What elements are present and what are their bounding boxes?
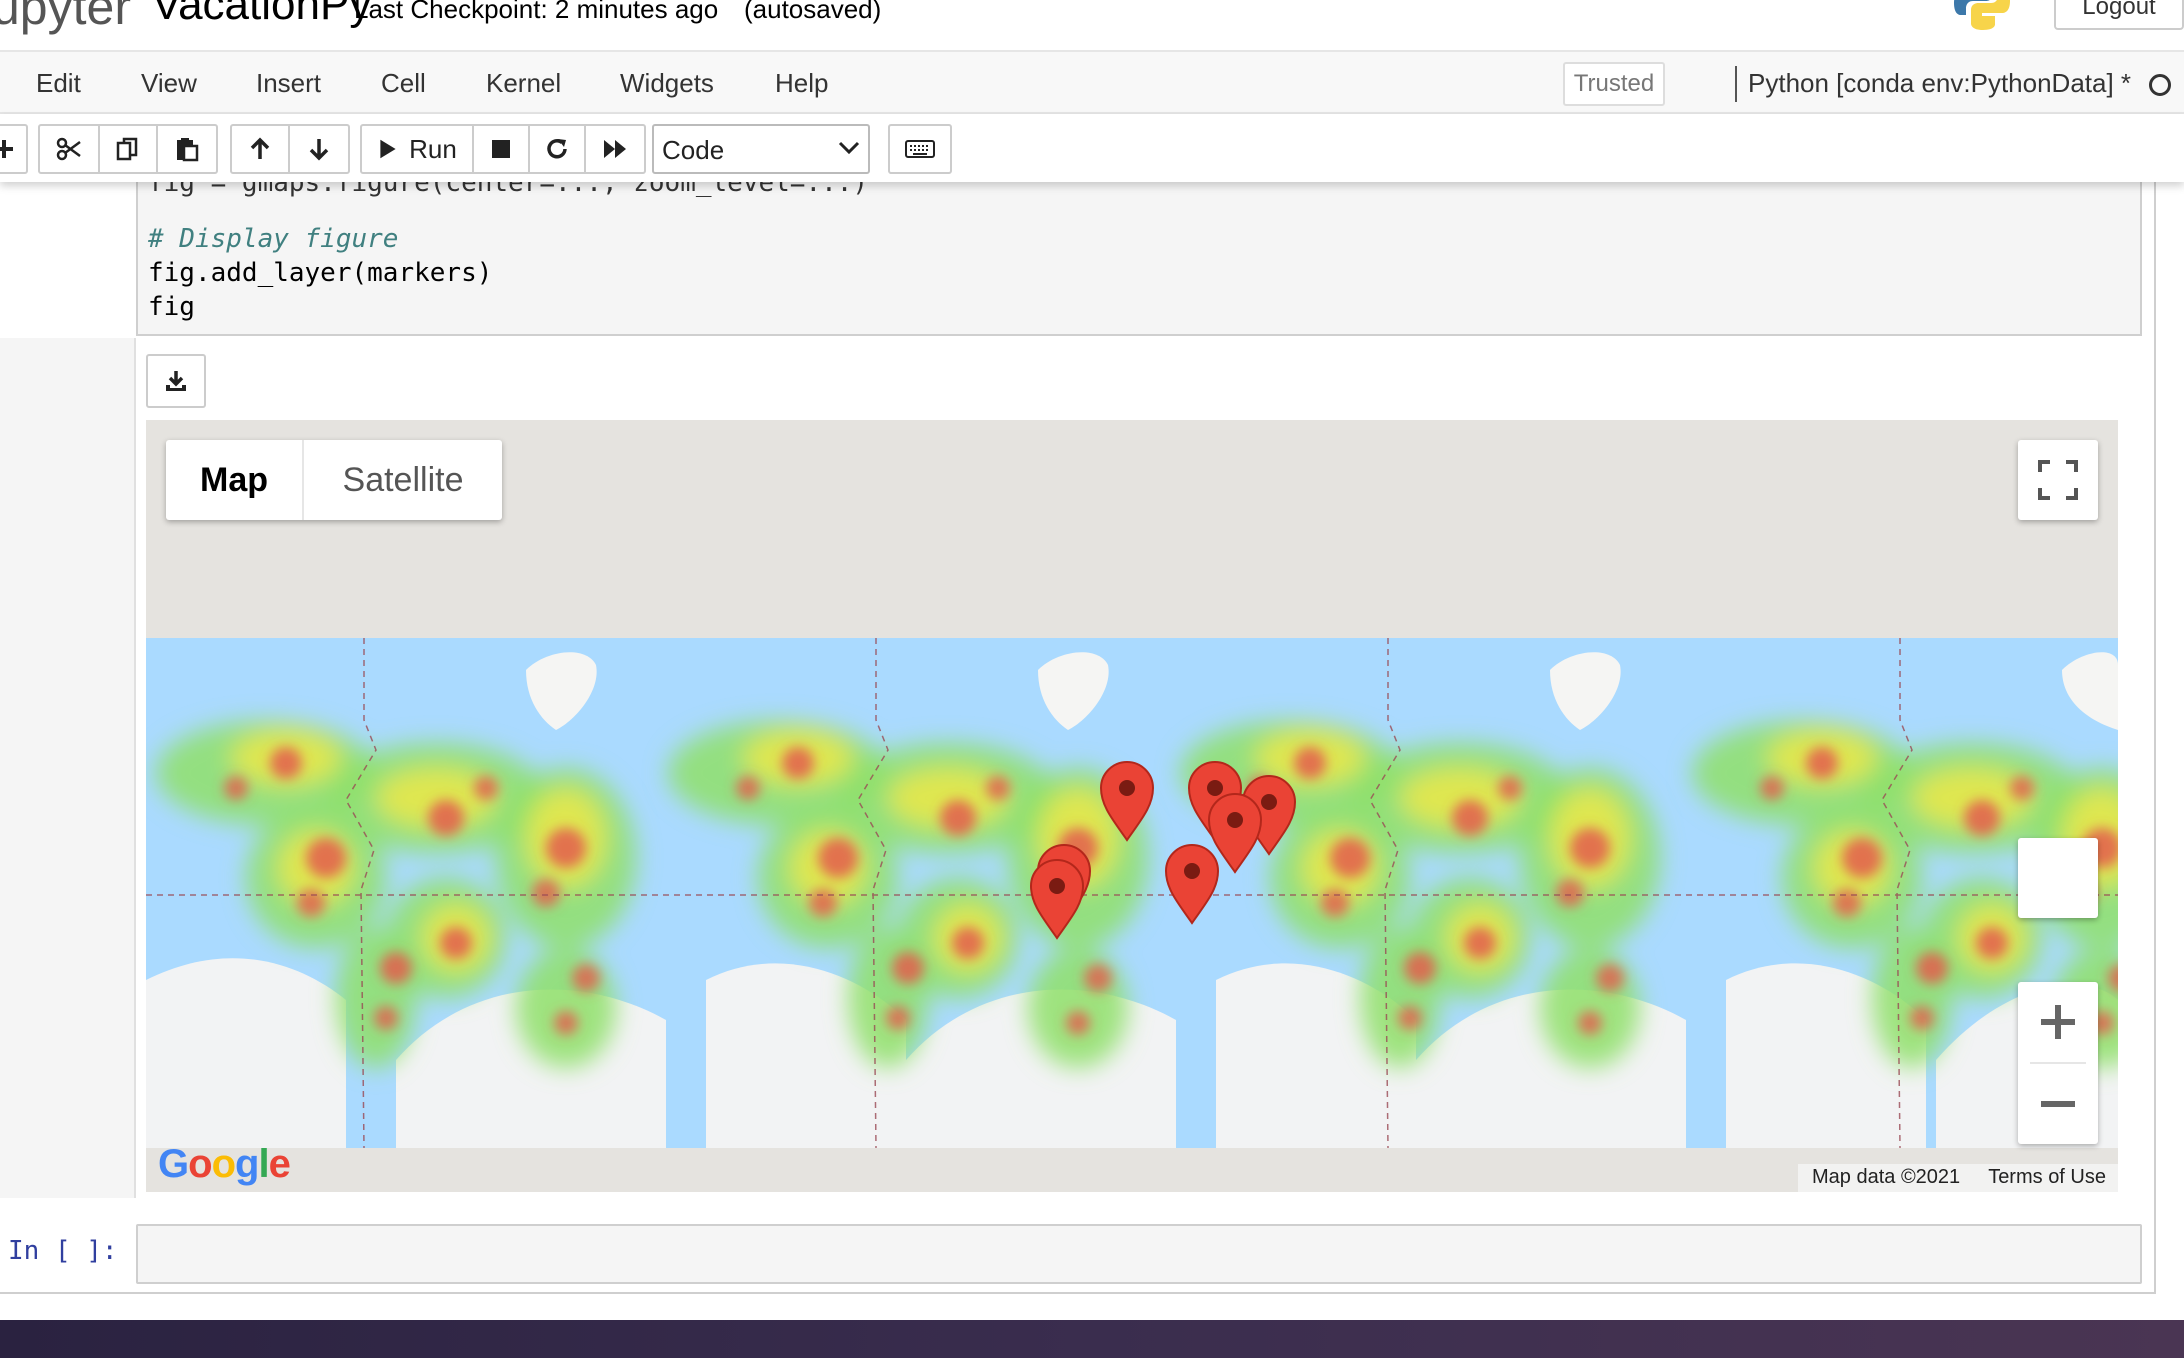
code-comment: # Display figure bbox=[148, 224, 399, 254]
map-type-control: Map Satellite bbox=[166, 440, 502, 520]
menu-insert[interactable]: Insert bbox=[256, 68, 321, 99]
plus-icon bbox=[0, 140, 13, 158]
play-icon bbox=[380, 139, 396, 159]
copy-button[interactable] bbox=[98, 124, 158, 174]
toolbar: Run Code bbox=[0, 114, 2184, 182]
code-line: fig.add_layer(markers) bbox=[148, 258, 493, 288]
run-button[interactable]: Run bbox=[360, 124, 474, 174]
code-cell-input[interactable]: fig = gmaps.figure(center=..., zoom_leve… bbox=[136, 168, 2142, 336]
map-type-satellite-button[interactable]: Satellite bbox=[304, 440, 502, 520]
paste-button[interactable] bbox=[156, 124, 218, 174]
street-view-button[interactable] bbox=[2018, 838, 2098, 918]
kernel-separator bbox=[1735, 66, 1737, 102]
menu-view[interactable]: View bbox=[141, 68, 197, 99]
desktop-background bbox=[0, 1320, 2184, 1358]
map-type-map-button[interactable]: Map bbox=[166, 440, 304, 520]
run-label: Run bbox=[409, 133, 457, 164]
move-down-button[interactable] bbox=[288, 124, 350, 174]
menu-help[interactable]: Help bbox=[775, 68, 828, 99]
fullscreen-button[interactable] bbox=[2018, 440, 2098, 520]
kernel-name[interactable]: Python [conda env:PythonData] * bbox=[1748, 68, 2131, 99]
world-map-heatmap bbox=[146, 420, 2118, 1192]
plus-icon bbox=[2041, 1005, 2075, 1039]
arrow-down-icon bbox=[309, 139, 329, 161]
zoom-in-button[interactable] bbox=[2018, 982, 2098, 1062]
map-attribution: Map data ©2021 Terms of Use bbox=[1798, 1164, 2118, 1192]
notebook-name[interactable]: VacationPy bbox=[152, 0, 371, 30]
python-logo-icon bbox=[1954, 0, 2010, 30]
menu-edit[interactable]: Edit bbox=[36, 68, 81, 99]
interrupt-button[interactable] bbox=[472, 124, 530, 174]
menu-cell[interactable]: Cell bbox=[381, 68, 426, 99]
code-cell-input[interactable] bbox=[136, 1224, 2142, 1284]
restart-button[interactable] bbox=[528, 124, 586, 174]
terms-of-use-link[interactable]: Terms of Use bbox=[1974, 1164, 2118, 1192]
chevron-down-icon bbox=[838, 141, 860, 155]
kernel-idle-indicator-icon bbox=[2149, 74, 2171, 96]
autosave-status: (autosaved) bbox=[744, 0, 882, 24]
insert-cell-button[interactable] bbox=[0, 124, 28, 174]
minus-icon bbox=[2041, 1101, 2075, 1107]
arrow-up-icon bbox=[250, 137, 270, 159]
command-palette-button[interactable] bbox=[888, 124, 952, 174]
empty-code-cell: In [ ]: bbox=[0, 1214, 2156, 1296]
google-logo[interactable]: Google bbox=[158, 1142, 291, 1187]
notebook-header: upyter VacationPy Last Checkpoint: 2 min… bbox=[0, 0, 2184, 52]
zoom-control bbox=[2018, 982, 2098, 1144]
menu-widgets[interactable]: Widgets bbox=[620, 68, 714, 99]
move-up-button[interactable] bbox=[230, 124, 290, 174]
menu-kernel[interactable]: Kernel bbox=[486, 68, 561, 99]
output-prompt-area[interactable] bbox=[0, 338, 136, 1198]
download-icon bbox=[166, 371, 186, 391]
jupyter-logo[interactable]: upyter bbox=[0, 0, 131, 36]
notebook-container: fig = gmaps.figure(center=..., zoom_leve… bbox=[0, 168, 2184, 1322]
fast-forward-icon bbox=[604, 140, 626, 158]
keyboard-icon bbox=[905, 140, 935, 158]
zoom-out-button[interactable] bbox=[2018, 1064, 2098, 1144]
checkpoint-status: Last Checkpoint: 2 minutes ago bbox=[354, 0, 719, 24]
stop-icon bbox=[492, 140, 510, 158]
copy-icon bbox=[116, 137, 138, 161]
scissors-icon bbox=[56, 137, 81, 161]
map-widget[interactable]: Map Satellite Google Map data ©2021 Term… bbox=[146, 420, 2118, 1192]
download-button[interactable] bbox=[146, 354, 206, 408]
logout-button[interactable]: Logout bbox=[2054, 0, 2184, 30]
cut-button[interactable] bbox=[38, 124, 100, 174]
code-line: fig bbox=[148, 292, 195, 322]
input-prompt: In [ ]: bbox=[8, 1236, 118, 1266]
code-cell-prompt-area bbox=[0, 182, 136, 336]
menubar: Edit View Insert Cell Kernel Widgets Hel… bbox=[0, 50, 2184, 114]
map-data-credit: Map data ©2021 bbox=[1812, 1166, 1961, 1188]
paste-icon bbox=[177, 138, 199, 162]
restart-icon bbox=[547, 139, 567, 159]
restart-run-all-button[interactable] bbox=[584, 124, 646, 174]
fullscreen-icon bbox=[2038, 460, 2078, 500]
trusted-badge[interactable]: Trusted bbox=[1563, 62, 1665, 106]
